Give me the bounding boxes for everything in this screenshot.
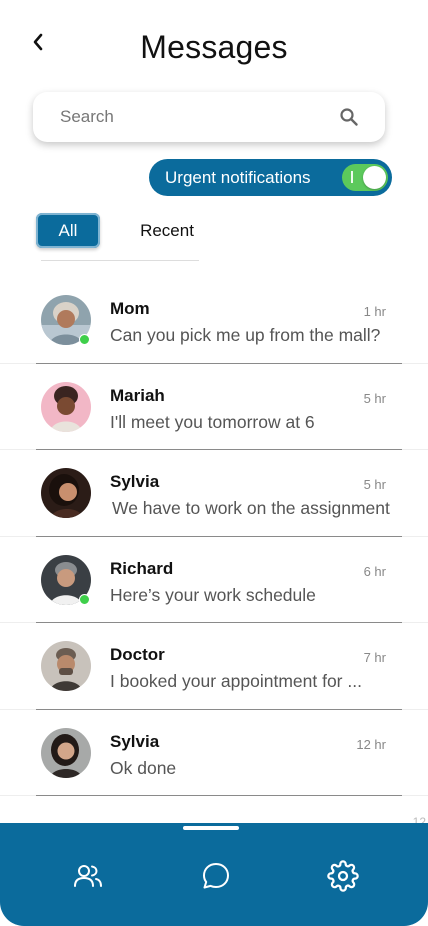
- online-status-dot: [79, 593, 90, 605]
- message-preview: We have to work on the assignment: [112, 498, 390, 518]
- avatar: [41, 468, 91, 518]
- contact-name: Mom: [110, 299, 150, 318]
- message-time: 7 hr: [363, 650, 386, 665]
- contact-name: Doctor: [110, 645, 165, 664]
- conversation-row[interactable]: Richard Here’s your work schedule 6 hr: [0, 537, 428, 623]
- drag-handle[interactable]: [183, 826, 239, 830]
- bottom-nav: [0, 823, 428, 926]
- message-time: 5 hr: [363, 477, 386, 492]
- message-time: 5 hr: [363, 390, 386, 406]
- search-bar[interactable]: [33, 92, 385, 142]
- message-preview: Can you pick me up from the mall?: [110, 325, 381, 345]
- chat-icon: [203, 863, 229, 889]
- avatar: [41, 381, 91, 432]
- nav-settings-button[interactable]: [326, 859, 360, 893]
- tabs-divider: [41, 260, 199, 261]
- conversation-row[interactable]: Sylvia Ok done 12 hr: [0, 710, 428, 796]
- message-preview: Here’s your work schedule: [110, 584, 316, 605]
- nav-contacts-button[interactable]: [71, 859, 105, 893]
- toggle-knob: [363, 166, 386, 189]
- page-title: Messages: [140, 29, 288, 65]
- settings-icon: [327, 860, 359, 892]
- urgent-notifications-toggle[interactable]: [342, 164, 388, 191]
- message-preview: Ok done: [110, 757, 177, 778]
- tab-all[interactable]: All: [36, 213, 100, 248]
- urgent-notifications-bar: Urgent notifications: [149, 159, 392, 196]
- toggle-on-mark: [351, 171, 353, 183]
- header: Messages: [0, 0, 428, 80]
- avatar: [41, 727, 91, 778]
- conversation-row[interactable]: Mariah I'll meet you tomorrow at 6 5 hr: [0, 364, 428, 450]
- contact-name: Richard: [110, 558, 174, 578]
- message-time: 1 hr: [363, 304, 386, 319]
- message-preview: I booked your appointment for ...: [110, 671, 362, 691]
- online-status-dot: [79, 334, 90, 345]
- message-time: 6 hr: [363, 563, 386, 579]
- contact-name: Sylvia: [110, 472, 160, 491]
- tab-recent[interactable]: Recent: [132, 213, 202, 248]
- search-icon[interactable]: [339, 107, 359, 127]
- search-input[interactable]: [60, 107, 339, 127]
- contact-name: Sylvia: [110, 731, 160, 751]
- contact-name: Mariah: [110, 385, 165, 405]
- message-time: 12 hr: [356, 736, 386, 752]
- message-preview: I'll meet you tomorrow at 6: [110, 411, 315, 432]
- row-divider: [36, 795, 402, 796]
- contacts-icon: [74, 865, 102, 887]
- avatar: [41, 641, 91, 691]
- nav-messages-button[interactable]: [199, 859, 233, 893]
- conversation-row[interactable]: Sylvia We have to work on the assignment…: [0, 450, 428, 537]
- conversation-row[interactable]: Doctor I booked your appointment for ...…: [0, 623, 428, 710]
- conversation-list: Mom Can you pick me up from the mall? 1 …: [0, 277, 428, 796]
- conversation-row[interactable]: Mom Can you pick me up from the mall? 1 …: [0, 277, 428, 364]
- urgent-notifications-label: Urgent notifications: [165, 167, 311, 187]
